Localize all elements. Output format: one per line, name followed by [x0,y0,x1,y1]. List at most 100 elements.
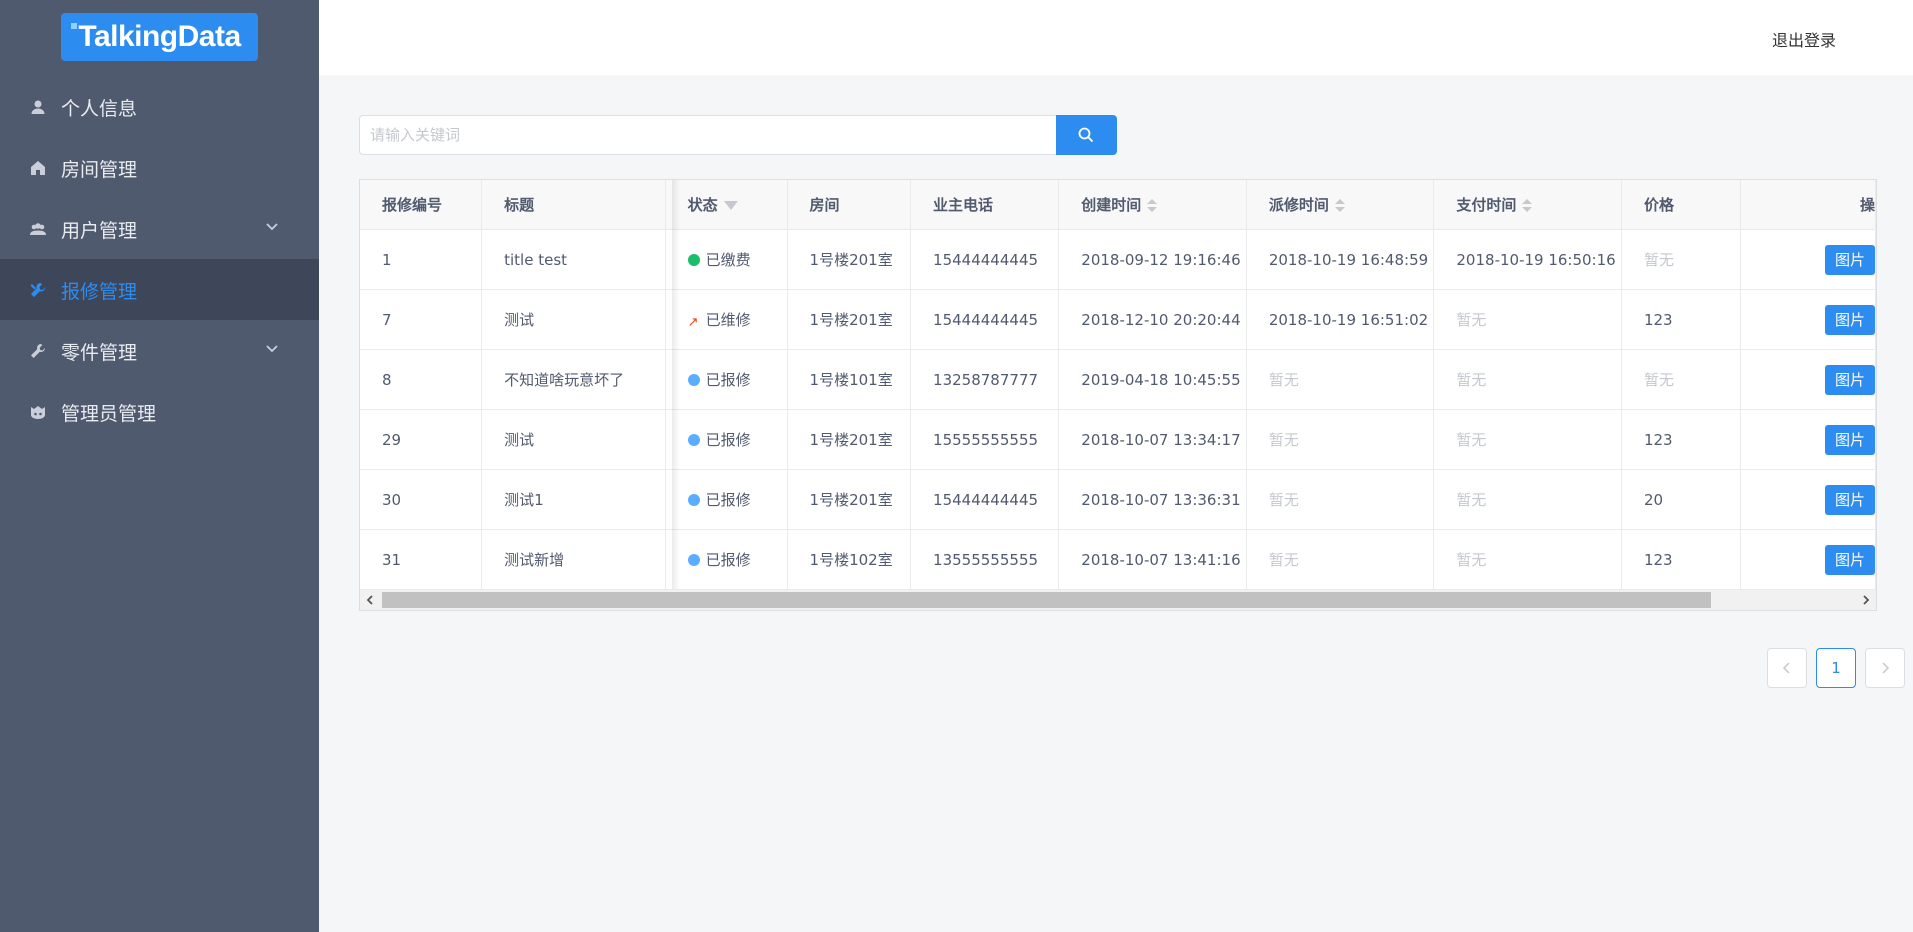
info-circle-icon [687,554,700,566]
cell-room: 1号楼201室 [787,229,912,290]
sidebar-item-room-management[interactable]: 房间管理 [0,137,319,198]
header-dispatch-label: 派修时间 [1268,196,1329,214]
status-text: 已报修 [705,371,751,389]
header-created-time: 创建时间 [1058,180,1247,230]
cell-dispatched: 暂无 [1246,409,1435,470]
logo-text: TalkingData [78,20,241,53]
cell-action: 图片 [1740,469,1876,530]
cell-room: 1号楼102室 [787,529,912,590]
table-row[interactable]: 8 不知道啥玩意坏了 已报修 1号楼101室 13258787777 2019-04-18… [360,349,1876,410]
sidebar-item-label: 零件管理 [61,342,138,364]
image-button[interactable]: 图片 [1824,304,1875,335]
scrollbar-thumb[interactable] [382,592,1711,608]
cell-status: 已报修 [665,409,788,470]
sidebar-item-label: 房间管理 [61,159,138,181]
search-input[interactable] [359,115,1062,155]
cell-phone: 15444444445 [910,469,1060,530]
chevron-down-icon[interactable] [265,342,279,356]
cell-dispatched: 2018-10-19 16:51:02 [1246,289,1435,350]
cell-id: 8 [360,349,483,410]
sidebar-item-admin-management[interactable]: 管理员管理 [0,381,319,442]
cell-created: 2018-10-07 13:34:17 [1058,409,1247,470]
cell-status: 已报修 [665,469,788,530]
sidebar-item-user-management[interactable]: 用户管理 [0,198,319,259]
sort-icon[interactable] [1147,198,1158,213]
cell-id: 1 [360,229,483,290]
cell-title: 不知道啥玩意坏了 [481,349,666,410]
header-created-label: 创建时间 [1081,196,1142,214]
image-button[interactable]: 图片 [1824,544,1875,575]
table-row[interactable]: 1 title test 已缴费 1号楼201室 15444444445 2018-09-… [360,229,1876,290]
user-icon [31,100,45,114]
status-text: 已报修 [705,551,751,569]
cell-phone: 15555555555 [910,409,1060,470]
cell-action: 图片 [1740,409,1876,470]
info-circle-icon [687,434,700,446]
sidebar-item-repair-management[interactable]: 报修管理 [0,259,319,320]
top-header: 退出登录 [319,0,1913,75]
cell-dispatched: 暂无 [1246,469,1435,530]
cell-created: 2018-12-10 20:20:44 [1058,289,1247,350]
sidebar-item-label: 个人信息 [61,98,138,120]
home-icon [31,161,45,175]
image-button[interactable]: 图片 [1824,364,1875,395]
cell-created: 2018-09-12 19:16:46 [1058,229,1247,290]
cell-paid: 暂无 [1433,289,1622,350]
repair-table: 报修编号 标题 状态 房间 业主电话 创建时间 派修时间 支付时间 价格 操 1… [359,179,1877,611]
table-row[interactable]: 30 测试1 已报修 1号楼201室 15444444445 2018-10-07 13:… [360,469,1876,530]
cell-dispatched: 暂无 [1246,529,1435,590]
people-icon [30,223,46,235]
header-price: 价格 [1621,180,1742,230]
cell-title: 测试 [481,289,666,350]
cell-title: 测试 [481,409,666,470]
status-text: 已缴费 [705,251,751,269]
sidebar-item-parts-management[interactable]: 零件管理 [0,320,319,381]
cell-room: 1号楼201室 [787,289,912,350]
cell-price: 123 [1621,289,1742,350]
next-page-button[interactable] [1865,648,1905,688]
chevron-left-icon [1782,662,1790,674]
horizontal-scrollbar[interactable] [360,589,1876,610]
image-button[interactable]: 图片 [1824,484,1875,515]
search-icon [1078,127,1094,143]
table-row[interactable]: 31 测试新增 已报修 1号楼102室 13555555555 2018-10-07 13… [360,529,1876,590]
search-button[interactable] [1056,115,1117,155]
image-button[interactable]: 图片 [1824,424,1875,455]
page-number-button[interactable]: 1 [1816,648,1856,688]
scroll-right-icon[interactable] [1860,594,1872,606]
cell-room: 1号楼201室 [787,409,912,470]
cell-created: 2018-10-07 13:41:16 [1058,529,1247,590]
sidebar-item-label: 管理员管理 [61,403,157,425]
cell-action: 图片 [1740,289,1876,350]
cell-paid: 暂无 [1433,409,1622,470]
table-row[interactable]: 29 测试 已报修 1号楼201室 15555555555 2018-10-07 13:3… [360,409,1876,470]
logout-link[interactable]: 退出登录 [1772,27,1836,51]
admin-icon [31,406,45,419]
cell-room: 1号楼101室 [787,349,912,410]
cell-price: 暂无 [1621,349,1742,410]
cell-status: 已报修 [665,529,788,590]
tools-icon [30,283,45,297]
cell-id: 30 [360,469,483,530]
header-status: 状态 [665,180,788,230]
filter-icon[interactable] [723,201,738,210]
header-paid-label: 支付时间 [1456,196,1517,214]
fixed-column-shadow [672,180,680,589]
header-room: 房间 [787,180,912,230]
table-header-row: 报修编号 标题 状态 房间 业主电话 创建时间 派修时间 支付时间 价格 操 [360,180,1876,230]
header-repair-id: 报修编号 [360,180,483,230]
sort-icon[interactable] [1334,198,1345,213]
talkingdata-logo[interactable]: TalkingData [61,13,258,61]
chevron-down-icon[interactable] [265,220,279,234]
prev-page-button[interactable] [1767,648,1807,688]
cell-phone: 15444444445 [910,289,1060,350]
cell-phone: 15444444445 [910,229,1060,290]
scroll-left-icon[interactable] [364,594,376,606]
sidebar-item-personal-info[interactable]: 个人信息 [0,76,319,137]
table-row[interactable]: 7 测试 ↗ 已维修 1号楼201室 15444444445 2018-12-10 20:2… [360,289,1876,350]
cell-price: 暂无 [1621,229,1742,290]
image-button[interactable]: 图片 [1824,244,1875,275]
cell-phone: 13258787777 [910,349,1060,410]
sort-icon[interactable] [1522,198,1533,213]
sidebar-item-label: 报修管理 [61,281,138,303]
